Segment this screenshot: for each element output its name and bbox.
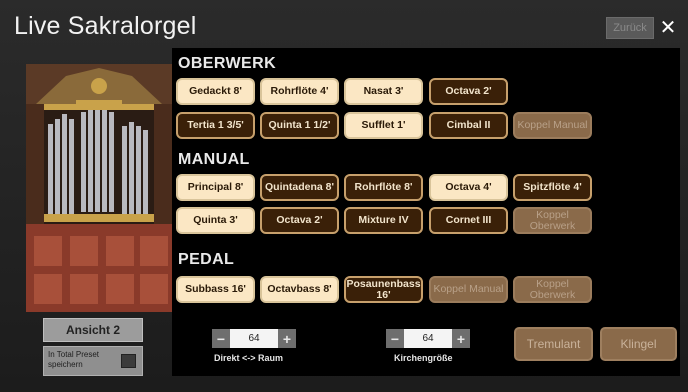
kirchengroesse-stepper: − 64 + xyxy=(386,329,470,348)
save-preset-box: In Total Preset speichern xyxy=(43,346,143,376)
stop-quinta[interactable]: Quinta 1 1/2' xyxy=(260,112,339,139)
plus-icon[interactable]: + xyxy=(278,329,296,348)
close-icon[interactable]: ✕ xyxy=(656,15,680,39)
kirchengroesse-label: Kirchengröße xyxy=(394,353,453,363)
koppel-oberwerk-pedal-button[interactable]: Koppel Oberwerk xyxy=(513,276,592,303)
stop-subbass-16[interactable]: Subbass 16' xyxy=(176,276,255,303)
organ-image xyxy=(26,64,172,312)
stop-sufflet-1[interactable]: Sufflet 1' xyxy=(344,112,423,139)
direkt-raum-label: Direkt <-> Raum xyxy=(214,353,284,363)
stop-octava-2[interactable]: Octava 2' xyxy=(429,78,508,105)
stop-mixture-4[interactable]: Mixture IV xyxy=(344,207,423,234)
stop-octava-4[interactable]: Octava 4' xyxy=(429,174,508,201)
section-title-pedal: PEDAL xyxy=(178,251,235,268)
stop-posaunenbass-16[interactable]: Posaunenbass 16' xyxy=(344,276,423,303)
back-button[interactable]: Zurück xyxy=(606,17,654,39)
koppel-manual-pedal-button[interactable]: Koppel Manual xyxy=(429,276,508,303)
stop-nasat-3[interactable]: Nasat 3' xyxy=(344,78,423,105)
koppel-oberwerk-button[interactable]: Koppel Oberwerk xyxy=(513,207,592,234)
save-preset-checkbox[interactable] xyxy=(121,354,136,368)
stop-octavbass-8[interactable]: Octavbass 8' xyxy=(260,276,339,303)
minus-icon[interactable]: − xyxy=(212,329,230,348)
stop-spitzfloete-4[interactable]: Spitzflöte 4' xyxy=(513,174,592,201)
stop-quintadena-8[interactable]: Quintadena 8' xyxy=(260,174,339,201)
stop-principal-8[interactable]: Principal 8' xyxy=(176,174,255,201)
stop-tertia[interactable]: Tertia 1 3/5' xyxy=(176,112,255,139)
stop-gedackt-8[interactable]: Gedackt 8' xyxy=(176,78,255,105)
page-title: Live Sakralorgel xyxy=(14,12,197,40)
section-title-oberwerk: OBERWERK xyxy=(178,55,277,72)
klingel-button[interactable]: Klingel xyxy=(600,327,677,361)
stop-rohrfloete-8[interactable]: Rohrflöte 8' xyxy=(344,174,423,201)
stop-cornet-3[interactable]: Cornet III xyxy=(429,207,508,234)
stop-rohrfloete-4[interactable]: Rohrflöte 4' xyxy=(260,78,339,105)
koppel-manual-button[interactable]: Koppel Manual xyxy=(513,112,592,139)
direkt-raum-stepper: − 64 + xyxy=(212,329,296,348)
stop-quinta-3[interactable]: Quinta 3' xyxy=(176,207,255,234)
stop-octava-2-manual[interactable]: Octava 2' xyxy=(260,207,339,234)
save-preset-label: In Total Preset speichern xyxy=(48,350,99,369)
view-2-button[interactable]: Ansicht 2 xyxy=(43,318,143,342)
tremulant-button[interactable]: Tremulant xyxy=(514,327,593,361)
registers-panel: OBERWERK Gedackt 8' Rohrflöte 4' Nasat 3… xyxy=(172,48,680,376)
kirchengroesse-value[interactable]: 64 xyxy=(404,329,452,348)
direkt-raum-value[interactable]: 64 xyxy=(230,329,278,348)
plus-icon[interactable]: + xyxy=(452,329,470,348)
stop-cimbal-2[interactable]: Cimbal II xyxy=(429,112,508,139)
minus-icon[interactable]: − xyxy=(386,329,404,348)
section-title-manual: MANUAL xyxy=(178,151,250,168)
